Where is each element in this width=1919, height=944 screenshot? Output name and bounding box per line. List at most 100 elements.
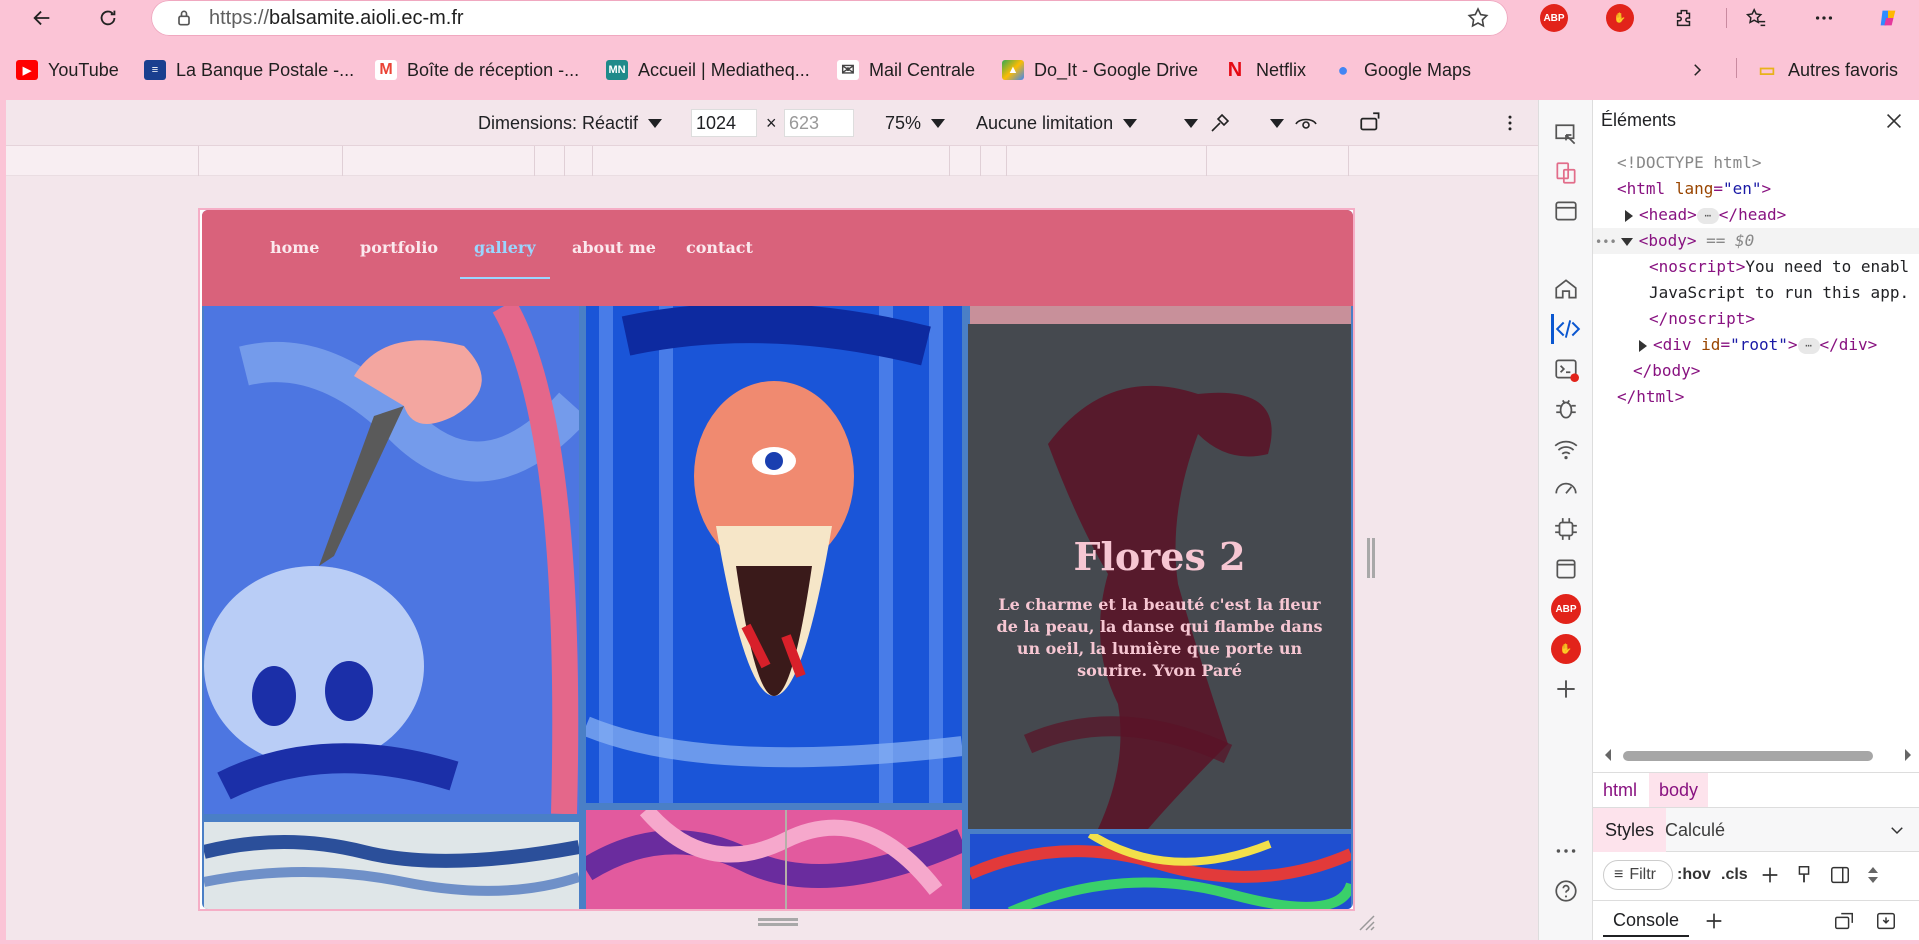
more-menu-button[interactable] bbox=[1808, 2, 1840, 34]
throttle-dropdown[interactable]: Aucune limitation bbox=[976, 100, 1138, 146]
adblock-plus-icon[interactable]: ABP bbox=[1540, 4, 1568, 32]
nav-link-gallery[interactable]: gallery bbox=[460, 238, 550, 279]
dom-noscript[interactable]: <noscript>You need to enabl bbox=[1593, 254, 1919, 280]
tab-console[interactable]: Console bbox=[1603, 905, 1690, 937]
bookmark-banque-postale[interactable]: ≡ La Banque Postale -... bbox=[144, 56, 354, 84]
devtools-more-button[interactable] bbox=[1551, 836, 1581, 866]
height-input[interactable]: 623 bbox=[784, 109, 854, 137]
nav-link-home[interactable]: home bbox=[270, 238, 319, 257]
dom-html[interactable]: <html lang="en"> bbox=[1593, 176, 1919, 202]
vision-button[interactable] bbox=[1294, 100, 1318, 146]
collapse-triangle-icon[interactable] bbox=[1620, 237, 1633, 246]
dom-body-selected[interactable]: ••• <body> == $0 bbox=[1593, 228, 1919, 254]
hov-toggle[interactable]: :hov bbox=[1677, 860, 1711, 890]
network-tool-button[interactable] bbox=[1551, 434, 1581, 464]
viewport-resize-handle-right[interactable] bbox=[1367, 538, 1375, 578]
more-options-dropdown[interactable] bbox=[1174, 100, 1198, 146]
painting-rainbow-abstract[interactable] bbox=[970, 834, 1351, 909]
lock-icon bbox=[173, 7, 195, 29]
painting-pink-abstract[interactable] bbox=[586, 810, 962, 909]
add-rule-button[interactable] bbox=[1759, 860, 1781, 890]
welcome-button[interactable] bbox=[1551, 196, 1581, 226]
bookmarks-overflow-chevron[interactable] bbox=[1688, 56, 1706, 84]
application-tool-button[interactable] bbox=[1551, 554, 1581, 584]
favorites-button[interactable] bbox=[1740, 2, 1772, 34]
extensions-button[interactable] bbox=[1668, 2, 1700, 34]
bookmarks-bar: ▶ YouTube ≡ La Banque Postale -... M Boîte … bbox=[0, 52, 1919, 88]
memory-tool-button[interactable] bbox=[1551, 514, 1581, 544]
device-more-button[interactable] bbox=[1500, 100, 1520, 146]
expand-triangle-icon[interactable] bbox=[1639, 339, 1647, 352]
painting-blue-landscape[interactable] bbox=[204, 822, 579, 909]
nav-link-portfolio[interactable]: portfolio bbox=[360, 238, 438, 257]
scroll-left-icon[interactable] bbox=[1603, 748, 1613, 762]
viewport-resize-handle-bottom[interactable] bbox=[758, 918, 798, 926]
painting-bird-eye[interactable] bbox=[586, 306, 962, 803]
cls-toggle[interactable]: .cls bbox=[1721, 860, 1748, 890]
elements-tool-button[interactable] bbox=[1551, 314, 1581, 344]
tab-computed[interactable]: Calculé bbox=[1653, 808, 1737, 852]
scroll-right-icon[interactable] bbox=[1903, 748, 1913, 762]
bookmark-mediatheque[interactable]: MN Accueil | Mediatheq... bbox=[606, 56, 810, 84]
ellipsis-badge[interactable]: ⋯ bbox=[1696, 207, 1719, 224]
stepper-buttons[interactable] bbox=[1865, 860, 1881, 890]
issues-tool-button[interactable] bbox=[1551, 394, 1581, 424]
eyedropper-button[interactable] bbox=[1208, 100, 1232, 146]
bookmark-gmail[interactable]: M Boîte de réception -... bbox=[375, 56, 579, 84]
dom-doctype[interactable]: <!DOCTYPE html> bbox=[1593, 150, 1919, 176]
chevron-down-icon[interactable] bbox=[1888, 821, 1906, 839]
width-input[interactable]: 1024 bbox=[691, 109, 757, 137]
expand-triangle-icon[interactable] bbox=[1625, 209, 1633, 222]
console-tool-button[interactable] bbox=[1551, 354, 1581, 384]
dom-root-div[interactable]: <div id="root"> ⋯ </div> bbox=[1593, 332, 1919, 358]
styles-toolbar: ≡ Filtr :hov .cls bbox=[1593, 852, 1919, 896]
scrollbar-thumb[interactable] bbox=[1623, 751, 1873, 761]
home-button[interactable] bbox=[1551, 274, 1581, 304]
device-emulation-button[interactable] bbox=[1551, 158, 1581, 188]
bookmark-google-drive[interactable]: ▲ Do_It - Google Drive bbox=[1002, 56, 1198, 84]
address-bar[interactable]: https://balsamite.aioli.ec-m.fr bbox=[151, 0, 1508, 36]
close-icon[interactable] bbox=[1883, 110, 1905, 132]
painting-flamingo-skull-image bbox=[204, 306, 579, 814]
performance-tool-button[interactable] bbox=[1551, 474, 1581, 504]
horizontal-scrollbar[interactable] bbox=[1603, 748, 1913, 762]
bookmark-netflix[interactable]: N Netflix bbox=[1224, 56, 1306, 84]
paint-button[interactable] bbox=[1793, 860, 1815, 890]
maps-icon: ● bbox=[1337, 59, 1349, 80]
bookmark-other-favorites[interactable]: ▭ Autres favoris bbox=[1756, 56, 1898, 84]
nav-link-about-me[interactable]: about me bbox=[572, 238, 656, 257]
vision-dropdown[interactable] bbox=[1260, 100, 1284, 146]
breadcrumb-body[interactable]: body bbox=[1649, 773, 1709, 807]
back-button[interactable] bbox=[26, 2, 58, 34]
painting-flamingo-skull[interactable] bbox=[204, 306, 579, 814]
ellipsis-badge[interactable]: ⋯ bbox=[1797, 337, 1820, 354]
zoom-dropdown[interactable]: 75% bbox=[885, 100, 946, 146]
adblock-devtools-button[interactable]: ABP bbox=[1551, 594, 1581, 624]
breadcrumb-html[interactable]: html bbox=[1593, 773, 1647, 807]
reload-button[interactable] bbox=[92, 2, 124, 34]
bookmark-youtube[interactable]: ▶ YouTube bbox=[16, 56, 119, 84]
dom-head[interactable]: <head> ⋯ </head> bbox=[1593, 202, 1919, 228]
help-button[interactable] bbox=[1551, 876, 1581, 906]
ruler-tick bbox=[949, 146, 950, 176]
copilot-button[interactable] bbox=[1872, 2, 1904, 34]
nav-link-contact[interactable]: contact bbox=[686, 238, 753, 257]
bookmark-mail-centrale[interactable]: ✉ Mail Centrale bbox=[837, 56, 975, 84]
add-tool-button[interactable] bbox=[1551, 674, 1581, 704]
bookmarks-separator bbox=[1736, 58, 1737, 78]
dimensions-dropdown[interactable]: Dimensions: Réactif bbox=[478, 100, 663, 146]
gallery-hover-card[interactable]: Flores 2 Le charme et la beauté c'est la… bbox=[968, 324, 1351, 829]
adblock-hand-devtools-button[interactable]: ✋ bbox=[1551, 634, 1581, 664]
toggle-sidebar-button[interactable] bbox=[1829, 860, 1851, 890]
styles-filter-input[interactable]: ≡ Filtr bbox=[1603, 860, 1673, 890]
bookmark-google-maps[interactable]: ● Google Maps bbox=[1332, 56, 1472, 84]
dom-html-close: </html> bbox=[1617, 387, 1685, 406]
undock-icon[interactable] bbox=[1833, 910, 1855, 932]
star-icon[interactable] bbox=[1466, 6, 1490, 30]
dock-icon[interactable] bbox=[1875, 910, 1897, 932]
resize-corner-icon[interactable] bbox=[1358, 914, 1376, 932]
plus-icon[interactable] bbox=[1703, 910, 1725, 932]
rotate-button[interactable] bbox=[1358, 100, 1384, 146]
inspect-button[interactable] bbox=[1551, 120, 1581, 150]
adblock-hand-icon[interactable]: ✋ bbox=[1606, 4, 1634, 32]
